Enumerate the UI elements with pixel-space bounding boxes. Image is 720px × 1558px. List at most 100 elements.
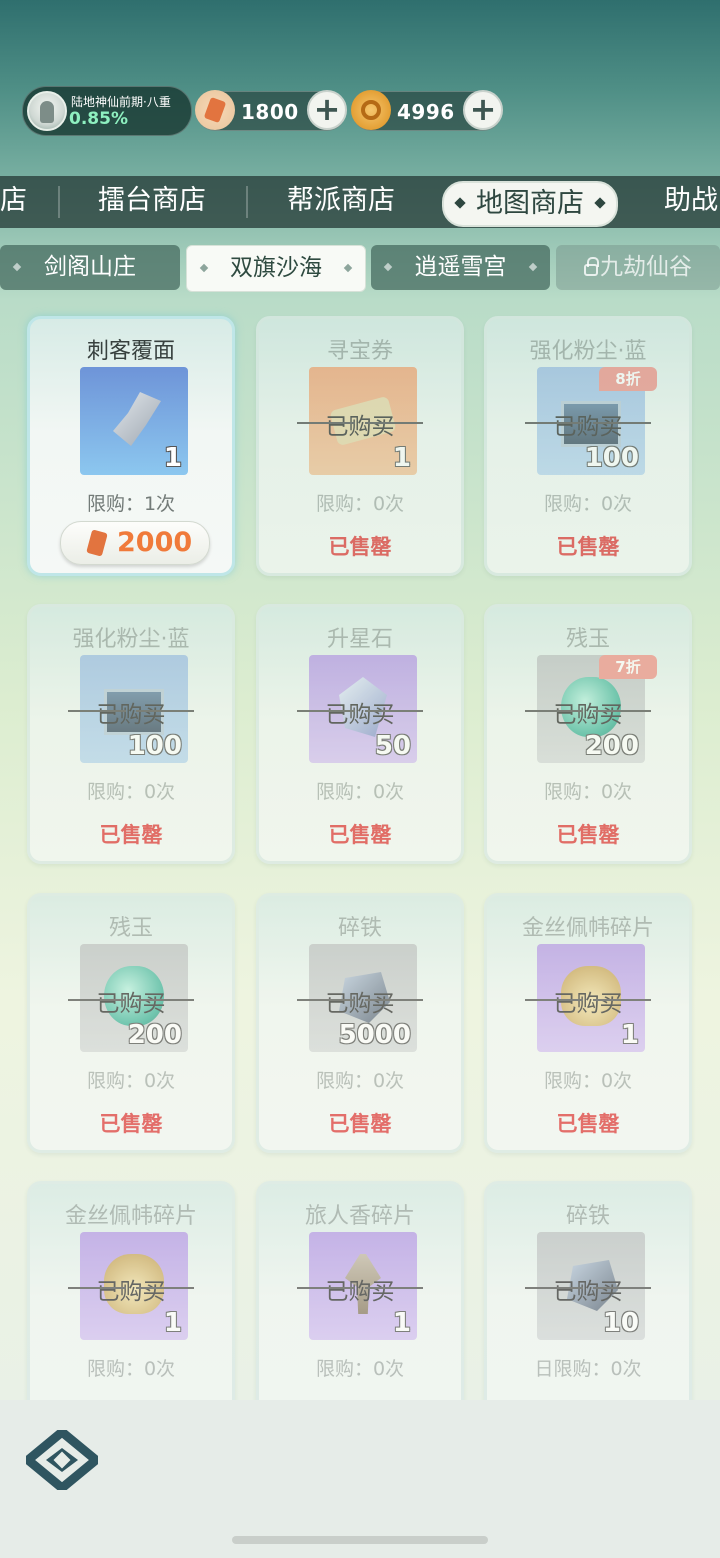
shop-item-card[interactable]: 刺客覆面 1 限购：1次 2000 [27,316,235,576]
tab-assist-shop[interactable]: 助战 [664,176,718,228]
item-name: 残玉 [565,627,610,652]
item-name: 金丝佩帏碎片 [64,1204,197,1229]
purchase-limit: 限购：0次 [315,781,405,803]
shop-item-card[interactable]: 碎铁 5000 已购买 限购：0次 已售罄 [256,893,464,1153]
buy-button[interactable]: 2000 [60,521,210,565]
item-name: 碎铁 [337,916,382,941]
item-name: 旅人香碎片 [304,1204,415,1229]
currency-ticket: 1800 + [195,90,347,131]
item-name: 强化粉尘·蓝 [529,339,647,364]
area-tab-label: 双旗沙海 [230,255,322,281]
discount-badge: 7折 [599,655,657,679]
area-tab-shuangqi[interactable]: 双旗沙海 [186,245,366,292]
tab-guild-shop[interactable]: 帮派商店 [287,176,395,228]
sold-out-label: 已售罄 [556,535,620,559]
purchase-limit: 限购：0次 [86,781,176,803]
player-info[interactable]: 陆地神仙前期·八重 0.85% [22,86,192,136]
purchased-label: 已购买 [487,984,689,1018]
sold-out-label: 已售罄 [99,823,163,847]
item-quantity: 100 [127,731,182,761]
coin-amount: 4996 [397,100,455,124]
area-tab-label: 逍遥雪宫 [414,254,507,280]
diamond-icon [12,262,22,272]
purchase-limit: 限购：0次 [86,1070,176,1092]
purchased-label: 已购买 [487,695,689,729]
purchased-label: 已购买 [487,1272,689,1306]
purchase-limit: 限购：0次 [543,1070,633,1092]
avatar[interactable] [27,91,67,131]
item-name: 强化粉尘·蓝 [72,627,190,652]
purchased-label: 已购买 [259,1272,461,1306]
item-quantity: 1 [620,1020,639,1050]
sold-out-label: 已售罄 [328,1112,392,1136]
purchased-label: 已购买 [259,984,461,1018]
purchase-limit: 限购：0次 [315,1070,405,1092]
shop-item-card[interactable]: 金丝佩帏碎片 1 已购买 限购：0次 已售罄 [484,893,692,1153]
purchase-limit: 限购：0次 [86,1358,176,1380]
tab-arena-shop[interactable]: 擂台商店 [98,176,206,228]
item-quantity: 5000 [338,1020,411,1050]
shop-item-card[interactable]: 旅人香碎片 1 已购买 限购：0次 [256,1181,464,1400]
shop-item-card[interactable]: 碎铁 10 已购买 日限购：0次 [484,1181,692,1400]
area-tab-jiange[interactable]: 剑阁山庄 [0,245,180,290]
item-quantity: 10 [602,1308,639,1338]
shop-item-card[interactable]: 强化粉尘·蓝 100 8折 已购买 限购：0次 已售罄 [484,316,692,576]
item-name: 碎铁 [565,1204,610,1229]
diamond-icon [199,263,209,273]
purchase-limit: 限购：0次 [543,493,633,515]
diamond-icon [343,263,353,273]
item-quantity: 100 [584,443,639,473]
item-quantity: 200 [584,731,639,761]
shop-item-card[interactable]: 残玉 200 7折 已购买 限购：0次 已售罄 [484,604,692,864]
tab-divider [246,186,248,218]
item-grid: 刺客覆面 1 限购：1次 2000 寻宝券 1 已购买 限购：0次 已售罄 强化… [0,300,720,1400]
area-tab-label: 九劫仙谷 [600,254,692,280]
bottom-bar [0,1400,720,1558]
diamond-icon [528,262,538,272]
mask-icon [113,392,161,446]
purchased-label: 已购买 [487,407,689,441]
item-name: 残玉 [108,916,153,941]
sold-out-label: 已售罄 [328,535,392,559]
shop-item-card[interactable]: 强化粉尘·蓝 100 已购买 限购：0次 已售罄 [27,604,235,864]
purchased-label: 已购买 [30,1272,232,1306]
sold-out-label: 已售罄 [556,823,620,847]
add-coin-button[interactable]: + [463,90,503,130]
tab-map-shop[interactable]: 地图商店 [442,181,618,227]
item-name: 升星石 [326,627,393,652]
shop-item-card[interactable]: 金丝佩帏碎片 1 已购买 限购：0次 [27,1181,235,1400]
shop-item-card[interactable]: 升星石 50 已购买 限购：0次 已售罄 [256,604,464,864]
area-tab-jiujie[interactable]: 九劫仙谷 [556,245,720,290]
shop-item-card[interactable]: 残玉 200 已购买 限购：0次 已售罄 [27,893,235,1153]
item-quantity: 200 [127,1020,182,1050]
item-quantity: 50 [374,731,411,761]
item-quantity: 1 [163,443,182,473]
tab-shop-partial[interactable]: 店 [0,176,27,228]
sold-out-label: 已售罄 [556,1112,620,1136]
shop-item-card[interactable]: 寻宝券 1 已购买 限购：0次 已售罄 [256,316,464,576]
purchase-limit: 限购：0次 [543,781,633,803]
diamond-icon [383,262,393,272]
ticket-icon [86,529,108,557]
purchase-limit: 日限购：0次 [534,1358,642,1380]
home-indicator[interactable] [232,1536,488,1544]
area-tab-xiaoyao[interactable]: 逍遥雪宫 [371,245,550,290]
add-ticket-button[interactable]: + [307,90,347,130]
purchased-label: 已购买 [30,984,232,1018]
sold-out-label: 已售罄 [99,1112,163,1136]
realm-progress: 0.85% [69,109,128,129]
purchased-label: 已购买 [259,695,461,729]
currency-coin: 4996 + [351,90,503,131]
purchase-limit: 限购：1次 [86,493,176,515]
area-tab-label: 剑阁山庄 [44,254,136,280]
purchase-limit: 限购：0次 [315,1358,405,1380]
item-price: 2000 [117,527,193,558]
ticket-icon [195,90,235,130]
tab-divider [58,186,60,218]
realm-label: 陆地神仙前期·八重 [71,95,171,109]
item-image: 1 [80,367,188,475]
menu-logo-icon[interactable] [26,1430,98,1490]
item-name: 刺客覆面 [86,339,175,364]
shop-tab-bar: 店 擂台商店 帮派商店 地图商店 助战 [0,176,720,228]
purchased-label: 已购买 [259,407,461,441]
